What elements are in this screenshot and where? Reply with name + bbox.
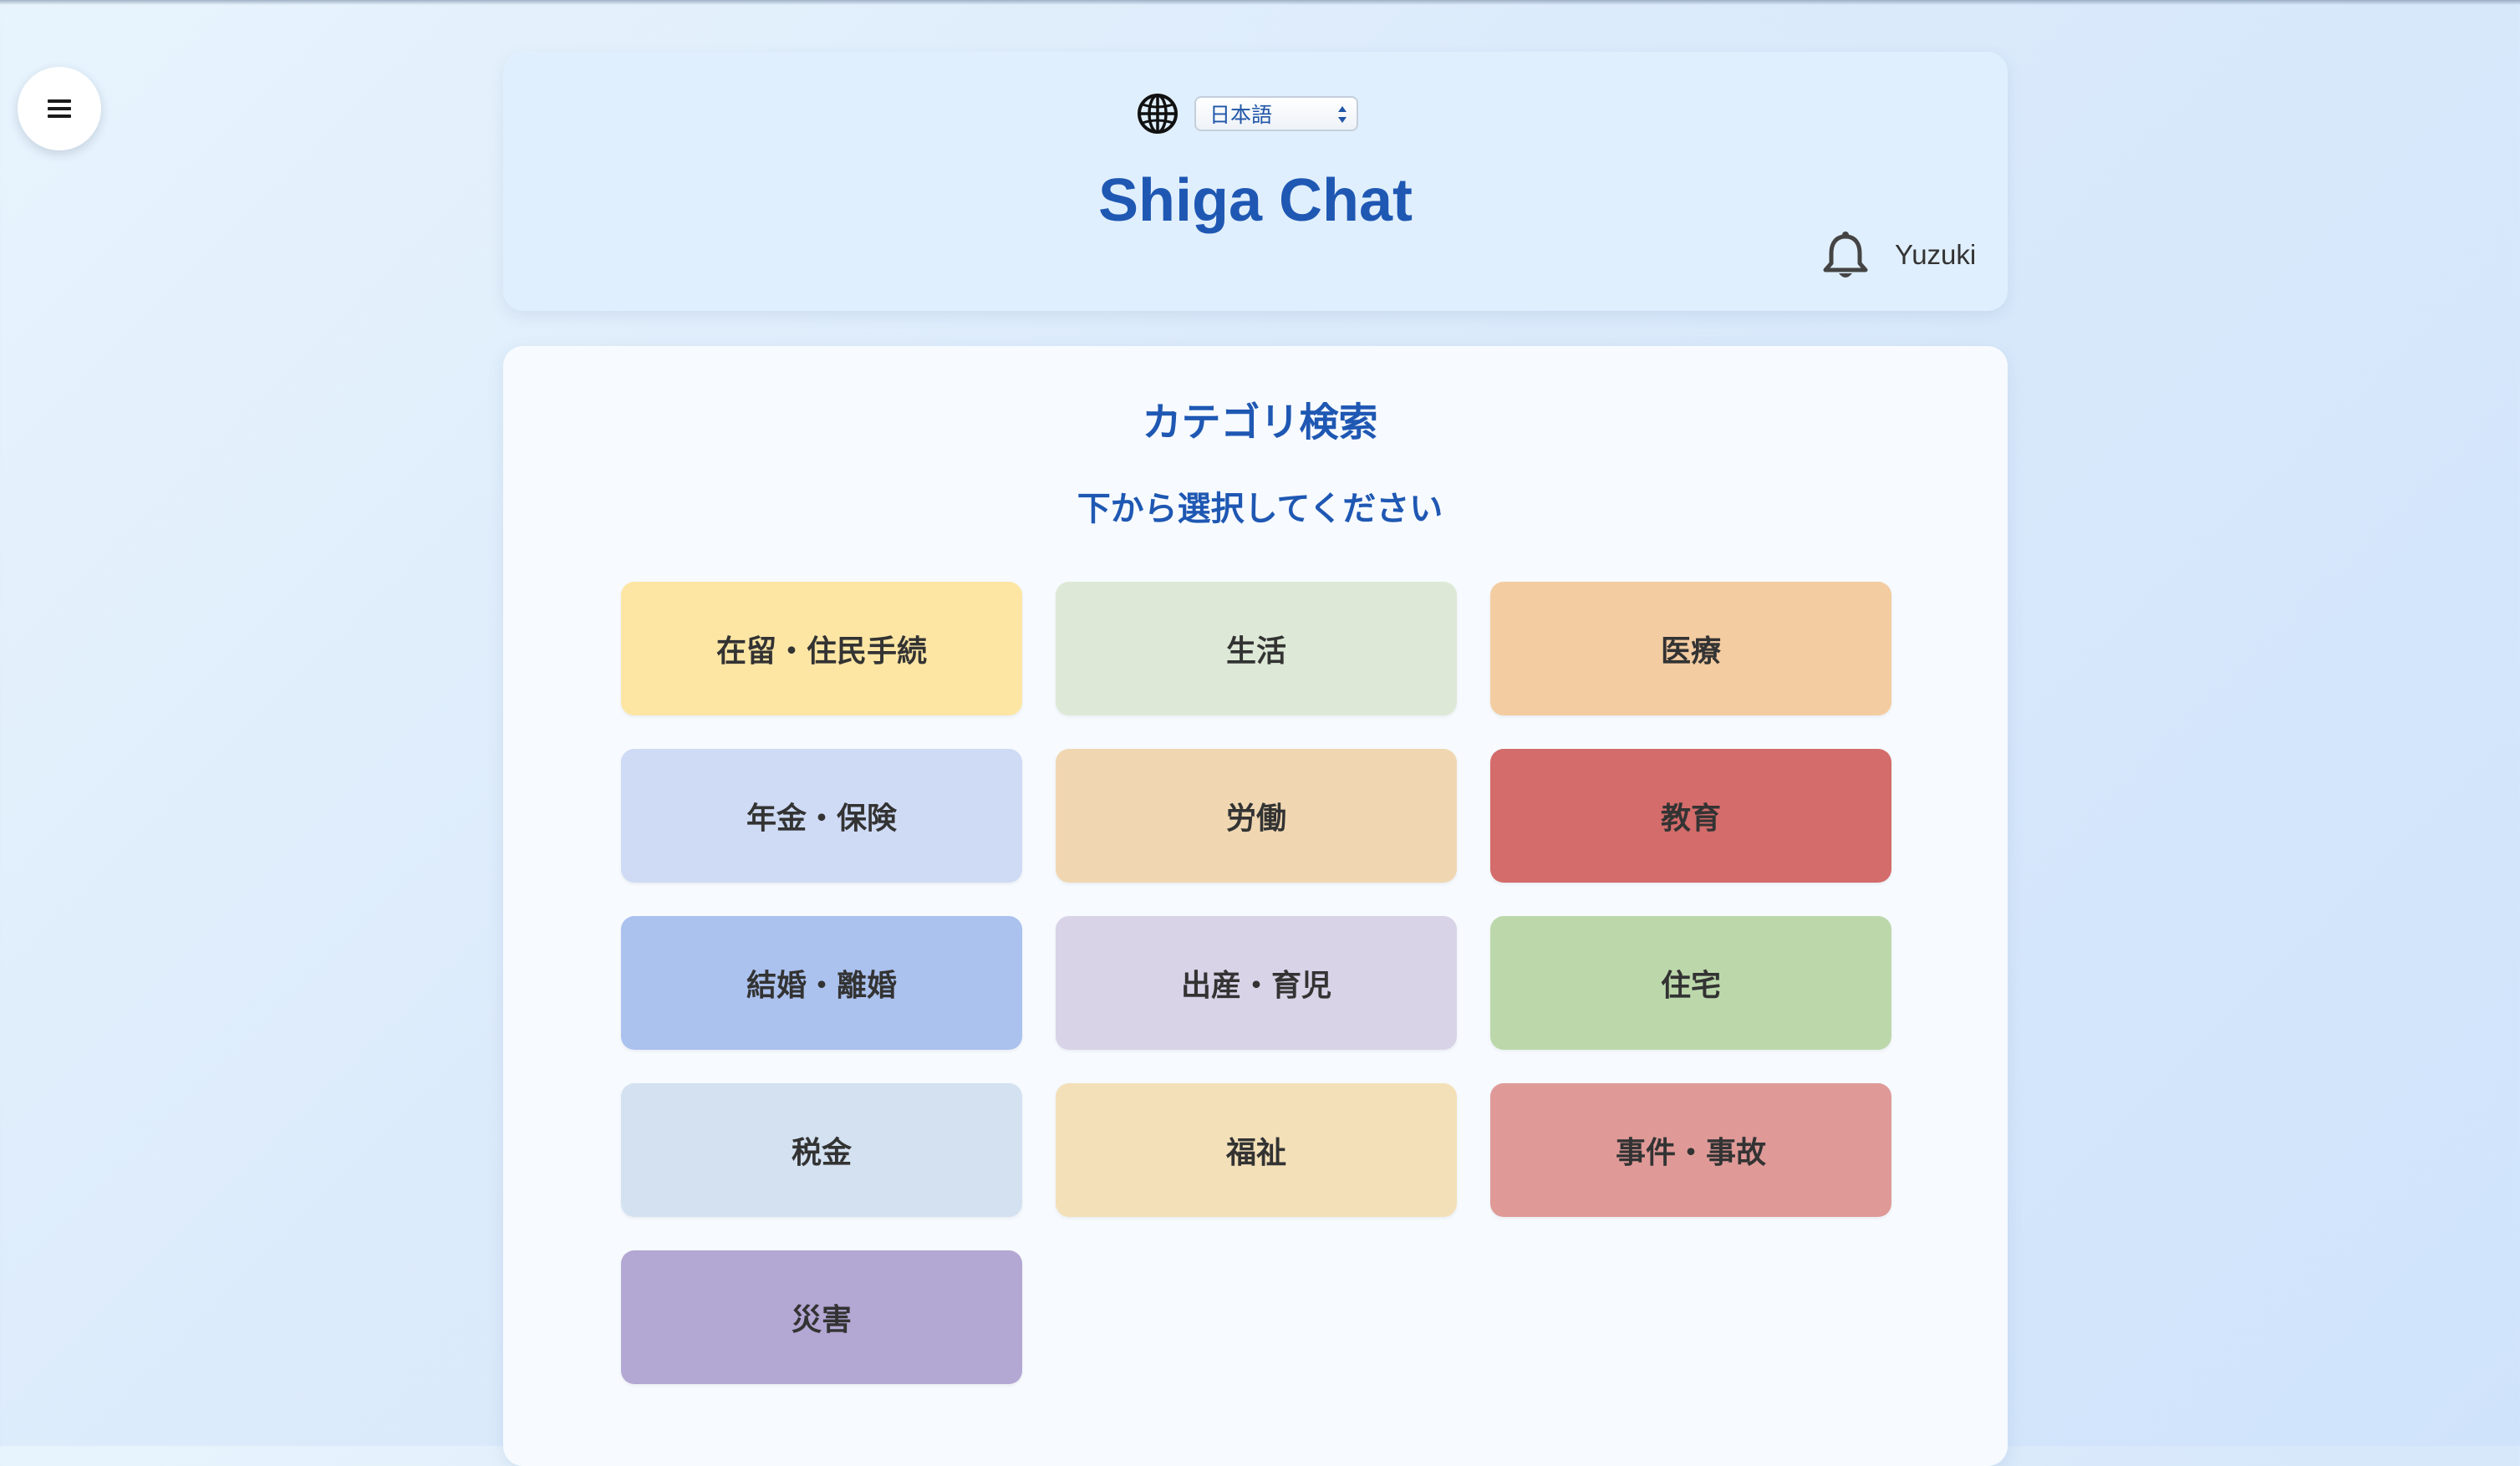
category-search-subtitle: 下から選択してください	[1077, 490, 1443, 528]
category-label: 教育	[1660, 802, 1721, 836]
category-label: 住宅	[1660, 969, 1721, 1003]
category-search-title: カテゴリ検索	[1142, 400, 1378, 446]
category-button-labor[interactable]: 労働	[1056, 749, 1457, 883]
header-card: 日本語 Shiga Chat	[503, 52, 2008, 311]
category-button-life[interactable]: 生活	[1056, 582, 1457, 715]
category-label: 災害	[791, 1303, 852, 1337]
category-button-residence[interactable]: 在留・住民手続	[621, 582, 1022, 715]
category-button-medical[interactable]: 医療	[1490, 582, 1891, 715]
category-button-marriage-divorce[interactable]: 結婚・離婚	[621, 916, 1022, 1050]
category-label: 労働	[1225, 802, 1286, 836]
category-button-tax[interactable]: 税金	[621, 1083, 1022, 1217]
category-label: 結婚・離婚	[746, 969, 897, 1003]
category-label: 事件・事故	[1615, 1136, 1766, 1170]
menu-button[interactable]	[18, 67, 101, 150]
menu-icon	[48, 99, 71, 118]
category-label: 税金	[791, 1136, 852, 1170]
category-label: 福祉	[1225, 1136, 1286, 1170]
category-button-childbirth-childcare[interactable]: 出産・育児	[1056, 916, 1457, 1050]
app-title: Shiga Chat	[1097, 167, 1413, 234]
globe-icon	[1138, 94, 1178, 134]
window-top-shadow	[0, 0, 2520, 5]
category-button-housing[interactable]: 住宅	[1490, 916, 1891, 1050]
category-button-pension-insurance[interactable]: 年金・保険	[621, 749, 1022, 883]
category-label: 医療	[1660, 634, 1721, 669]
category-label: 年金・保険	[746, 802, 897, 836]
category-button-disaster[interactable]: 災害	[621, 1250, 1022, 1384]
category-button-welfare[interactable]: 福祉	[1056, 1083, 1457, 1217]
select-arrows-icon	[1338, 106, 1347, 123]
language-row: 日本語	[503, 92, 2008, 135]
username[interactable]: Yuzuki	[1895, 240, 1976, 270]
language-select-value: 日本語	[1209, 103, 1273, 127]
category-label: 出産・育児	[1180, 969, 1331, 1003]
category-label: 生活	[1225, 634, 1286, 669]
category-button-education[interactable]: 教育	[1490, 749, 1891, 883]
language-select[interactable]: 日本語	[1194, 96, 1358, 131]
category-label: 在留・住民手続	[715, 634, 927, 669]
category-button-incident-accident[interactable]: 事件・事故	[1490, 1083, 1891, 1217]
bell-icon[interactable]	[1822, 230, 1869, 282]
